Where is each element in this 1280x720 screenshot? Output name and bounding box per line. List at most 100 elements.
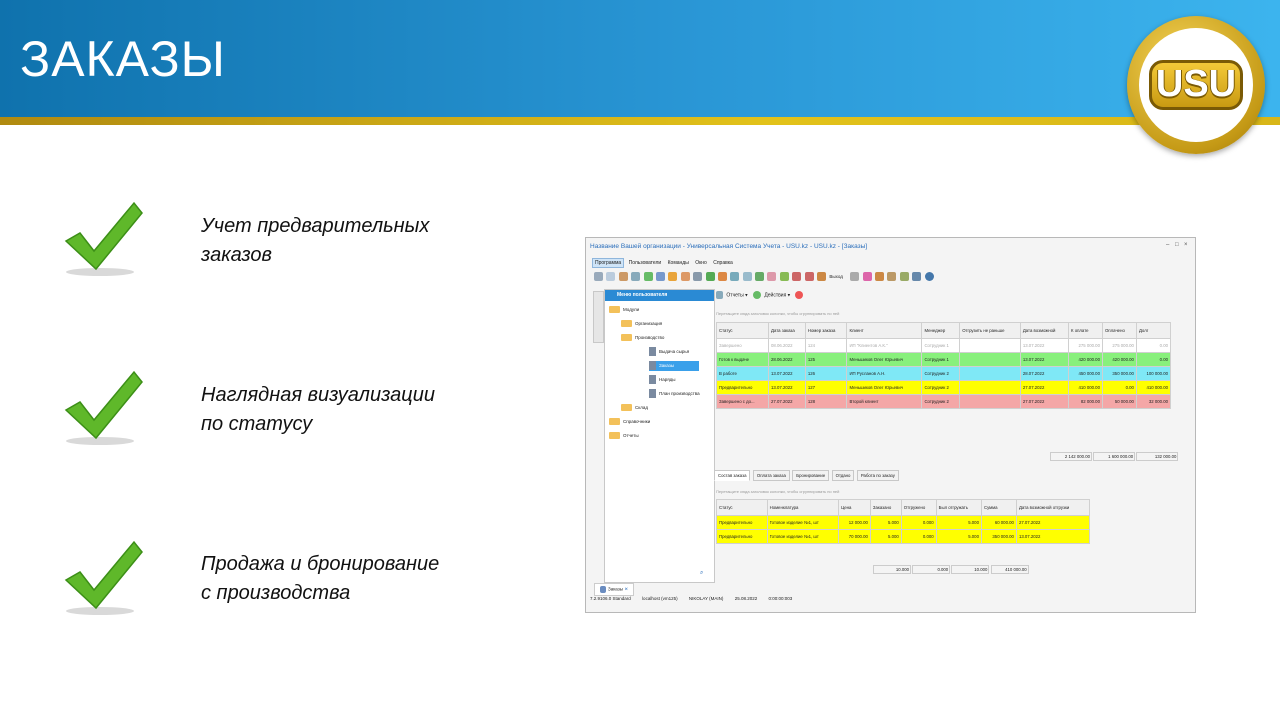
close-button[interactable]: × xyxy=(1184,242,1188,248)
exit-button[interactable]: Выход xyxy=(829,274,842,279)
gear-icon[interactable] xyxy=(850,272,860,281)
tool-icon[interactable] xyxy=(631,272,641,281)
tab-order-work[interactable]: Работа по заказу xyxy=(856,470,899,481)
window-title: Название Вашей организации - Универсальн… xyxy=(590,243,868,250)
tab-order-payment[interactable]: Оплата заказа xyxy=(752,470,790,481)
tool-icon[interactable] xyxy=(767,272,777,281)
tool-icon[interactable] xyxy=(717,272,727,281)
navigation-tree: Меню пользователя Модули Организация Про… xyxy=(604,289,715,583)
column-header[interactable]: Цена xyxy=(838,499,871,516)
tree-item-organization[interactable]: Организация xyxy=(621,319,662,329)
tab-order-items[interactable]: Состав заказа xyxy=(714,470,751,481)
tree-item-warehouse[interactable]: Склад xyxy=(621,403,648,413)
column-header[interactable]: Статус xyxy=(716,499,768,516)
menu-users[interactable]: Пользователи xyxy=(627,259,664,267)
total-shipped: 0.000 xyxy=(912,565,951,574)
clock-icon[interactable] xyxy=(794,291,803,299)
menu-window[interactable]: Окно xyxy=(693,259,709,267)
table-row[interactable]: Предварительно Готовое изделие №1, шт 12 0… xyxy=(716,515,1091,530)
tree-item-directories[interactable]: Справочники xyxy=(609,417,650,427)
column-header[interactable]: К оплате xyxy=(1068,322,1103,339)
flag-icon[interactable] xyxy=(705,272,715,281)
table-row[interactable]: Завершено 08.06.2022 124 ИП "Клиентов А.К."… xyxy=(715,338,1172,353)
total-topay: 2 142 000.00 xyxy=(1050,452,1092,461)
column-header[interactable]: Статус xyxy=(715,322,770,339)
sidebar-tab[interactable] xyxy=(593,291,604,343)
tool-icon[interactable] xyxy=(730,272,740,281)
tree-item-modules[interactable]: Модули xyxy=(609,305,639,315)
tree-item-work-orders[interactable]: Наряды xyxy=(649,375,676,385)
tab-reservation[interactable]: Бронирование xyxy=(792,470,830,481)
column-header[interactable]: Оплачено xyxy=(1101,322,1137,339)
column-header[interactable]: Номенклатура xyxy=(766,499,840,516)
menu-program[interactable]: Программа xyxy=(592,258,625,268)
info-icon[interactable] xyxy=(924,272,934,281)
column-header[interactable]: Дата возможной xyxy=(1019,322,1070,339)
usu-logo: USU xyxy=(1127,16,1265,154)
status-bar: 7.2.9106.0 Standard localhost (vm125) NI… xyxy=(590,596,1190,606)
user-icon[interactable] xyxy=(887,272,897,281)
table-row[interactable]: Предварительно Готовое изделие №1, шт 70 0… xyxy=(716,529,1091,544)
total-paid: 1 600 000.00 xyxy=(1093,452,1136,461)
column-header[interactable]: Был отгружать xyxy=(935,499,982,516)
column-header[interactable]: Долг xyxy=(1135,322,1172,339)
tool-icon[interactable] xyxy=(606,272,616,281)
tree-item-raw-issue[interactable]: Выдача сырья xyxy=(649,347,689,357)
table-row[interactable]: Предварительно 13.07.2022 127 Меньшиков Оле… xyxy=(715,380,1172,395)
column-header[interactable]: Номер заказа xyxy=(804,322,848,339)
tool-icon[interactable] xyxy=(618,272,628,281)
filter-icon[interactable] xyxy=(668,272,678,281)
column-header[interactable]: Менеджер xyxy=(921,322,961,339)
column-header[interactable]: Отгрузить не раньше xyxy=(959,322,1021,339)
tree-item-production-plan[interactable]: План производства xyxy=(649,389,700,399)
slide-title: ЗАКАЗЫ xyxy=(20,31,226,87)
reports-button[interactable]: Отчеты xyxy=(726,292,743,298)
close-icon[interactable]: ✕ xyxy=(624,587,628,592)
toolbar: Выход xyxy=(594,272,1094,284)
column-header[interactable]: Клиент xyxy=(846,322,923,339)
tool-icon[interactable] xyxy=(804,272,814,281)
column-header[interactable]: Дата возможной отгрузки xyxy=(1015,499,1091,516)
items-totals: 10.000 0.000 10.000 410 000.00 xyxy=(873,565,1029,574)
column-header[interactable]: Заказано xyxy=(869,499,902,516)
tool-icon[interactable] xyxy=(693,272,703,281)
tool-icon[interactable] xyxy=(594,272,603,281)
orders-totals: 2 142 000.00 1 600 000.00 132 000.00 xyxy=(1050,452,1179,461)
column-header[interactable]: Дата заказа xyxy=(768,322,806,339)
download-icon[interactable] xyxy=(779,272,789,281)
table-row[interactable]: Завершено с до... 27.07.2022 128 Второй кли… xyxy=(715,394,1172,409)
plug-icon[interactable] xyxy=(912,272,922,281)
header-stripe xyxy=(0,117,1280,125)
tool-icon[interactable] xyxy=(742,272,752,281)
document-tab[interactable]: Заказы ✕ xyxy=(594,583,635,596)
menu-help[interactable]: Справка xyxy=(711,259,735,267)
search-icon[interactable] xyxy=(655,272,665,281)
tool-icon[interactable] xyxy=(792,272,802,281)
menu-commands[interactable]: Команды xyxy=(666,259,691,267)
feature-2: Наглядная визуализации по статусу xyxy=(201,384,435,435)
table-row[interactable]: В работе 13.07.2022 126 ИП Русланов А.Н. Сот… xyxy=(715,366,1172,381)
menu-bar: Программа Пользователи Команды Окно Спра… xyxy=(592,258,736,268)
tab-issued[interactable]: Отдано xyxy=(831,470,855,481)
lock-icon[interactable] xyxy=(875,272,885,281)
tree-item-reports[interactable]: Отчеты xyxy=(609,431,639,441)
column-header[interactable]: Отгружено xyxy=(900,499,937,516)
users-icon[interactable] xyxy=(899,272,909,281)
maximize-button[interactable]: □ xyxy=(1175,242,1179,248)
tool-icon[interactable] xyxy=(755,272,765,281)
exit-icon[interactable] xyxy=(817,272,827,281)
column-header[interactable]: Сумма xyxy=(980,499,1017,516)
tree-item-orders[interactable]: Заказы xyxy=(649,361,699,371)
minimize-button[interactable]: – xyxy=(1166,242,1169,248)
refresh-icon[interactable] xyxy=(643,272,653,281)
table-row[interactable]: Готов к выдаче 28.06.2022 125 Меньшиков Оле… xyxy=(715,352,1172,367)
palette-icon[interactable] xyxy=(862,272,872,281)
logo-text: USU xyxy=(1149,60,1243,110)
tool-icon[interactable] xyxy=(680,272,690,281)
items-table: Статус Номенклатура Цена Заказано Отгруж… xyxy=(716,499,1091,544)
actions-button[interactable]: Действия xyxy=(764,292,786,298)
search-icon[interactable]: ⌕ xyxy=(700,570,703,577)
total-ordered: 10.000 xyxy=(873,565,911,574)
tree-item-production[interactable]: Производство xyxy=(621,333,664,343)
feature-1: Учет предварительных заказов xyxy=(201,215,430,266)
